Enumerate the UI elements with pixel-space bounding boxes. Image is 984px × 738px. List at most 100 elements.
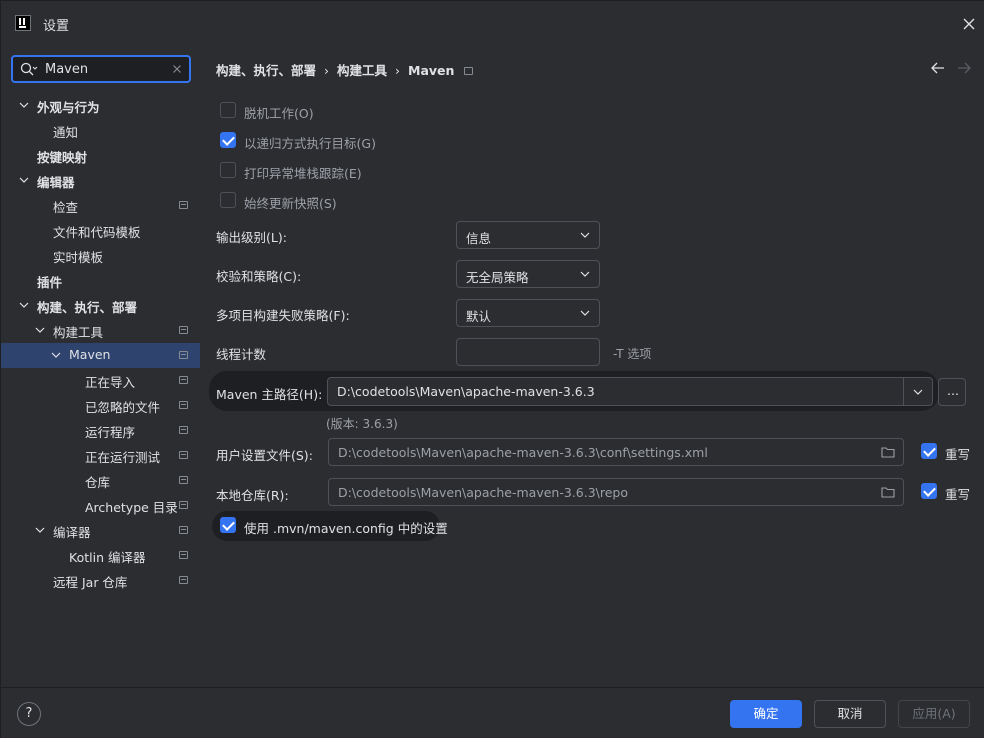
snapshots-label: 始终更新快照(S) bbox=[244, 196, 337, 211]
stacktrace-label: 打印异常堆栈跟踪(E) bbox=[244, 166, 362, 181]
output-level-label: 输出级别(L): bbox=[216, 230, 287, 245]
user-settings-label: 用户设置文件(S): bbox=[216, 448, 313, 463]
search-value: Maven bbox=[45, 62, 89, 77]
window-title: 设置 bbox=[43, 19, 70, 34]
settings-content: 构建、执行、部署 › 构建工具 › Maven 脱机工作(O) 以递归方式执行目标(G)… bbox=[200, 45, 984, 687]
browse-label: ... bbox=[947, 383, 959, 398]
tree-item[interactable]: 通知 bbox=[1, 118, 200, 143]
chevron-down-icon bbox=[580, 310, 590, 316]
threads-hint: -T 选项 bbox=[613, 347, 652, 361]
project-scope-icon bbox=[179, 451, 188, 459]
tree-item[interactable]: 实时模板 bbox=[1, 243, 200, 268]
tree-item[interactable]: Kotlin 编译器 bbox=[1, 543, 200, 568]
tree-item[interactable]: Archetype 目录 bbox=[1, 493, 200, 518]
mvn-config-checkbox[interactable] bbox=[220, 517, 236, 533]
settings-dialog: 设置 Maven 外观与行为 通知 按键映射 编辑器 检查 文件和代码模板 实时模板 插件 构建… bbox=[0, 0, 984, 738]
tree-item[interactable]: Maven bbox=[1, 343, 200, 368]
threads-input[interactable] bbox=[456, 338, 600, 366]
tree-item[interactable]: 远程 Jar 仓库 bbox=[1, 568, 200, 593]
breadcrumb-separator: › bbox=[324, 63, 330, 78]
forward-arrow-icon[interactable] bbox=[957, 62, 971, 74]
search-input[interactable]: Maven bbox=[11, 55, 191, 83]
apply-button[interactable]: 应用(A) bbox=[898, 700, 970, 728]
tree-item-label: Archetype 目录 bbox=[85, 500, 178, 515]
combo-divider bbox=[903, 378, 904, 405]
maven-settings-panel: 脱机工作(O) 以递归方式执行目标(G) 打印异常堆栈跟踪(E) 始终更新快照(… bbox=[200, 89, 984, 687]
local-repo-value: D:\codetools\Maven\apache-maven-3.6.3\re… bbox=[338, 485, 629, 500]
tree-item[interactable]: 插件 bbox=[1, 268, 200, 293]
tree-item-label: 正在运行测试 bbox=[85, 450, 161, 465]
help-button[interactable]: ? bbox=[17, 702, 41, 726]
tree-item[interactable]: 正在导入 bbox=[1, 368, 200, 393]
close-button[interactable] bbox=[959, 14, 979, 34]
local-repo-override-label: 重写 bbox=[945, 487, 971, 502]
cancel-button[interactable]: 取消 bbox=[814, 700, 886, 728]
chevron-down-icon[interactable] bbox=[19, 300, 29, 310]
tree-item-label: 通知 bbox=[53, 125, 79, 140]
tree-item-label: 外观与行为 bbox=[37, 100, 100, 115]
tree-item[interactable]: 运行程序 bbox=[1, 418, 200, 443]
multiproject-dropdown[interactable]: 默认 bbox=[456, 299, 600, 327]
tree-item-label: 插件 bbox=[37, 275, 63, 290]
snapshots-checkbox[interactable] bbox=[220, 192, 236, 208]
breadcrumb-item[interactable]: 构建工具 bbox=[337, 60, 387, 79]
chevron-down-icon bbox=[580, 232, 590, 238]
chevron-down-icon[interactable] bbox=[19, 175, 29, 185]
user-settings-override-checkbox[interactable] bbox=[921, 443, 937, 459]
local-repo-input[interactable]: D:\codetools\Maven\apache-maven-3.6.3\re… bbox=[328, 478, 904, 506]
checksum-dropdown[interactable]: 无全局策略 bbox=[456, 260, 600, 288]
user-settings-value: D:\codetools\Maven\apache-maven-3.6.3\co… bbox=[338, 445, 708, 460]
search-icon bbox=[20, 62, 38, 76]
breadcrumb-separator: › bbox=[395, 63, 401, 78]
chevron-down-icon[interactable] bbox=[35, 525, 45, 535]
tree-item[interactable]: 编辑器 bbox=[1, 168, 200, 193]
project-scope-icon bbox=[464, 67, 474, 75]
tree-item[interactable]: 外观与行为 bbox=[1, 93, 200, 118]
folder-icon[interactable] bbox=[881, 446, 895, 458]
tree-item[interactable]: 已忽略的文件 bbox=[1, 393, 200, 418]
local-repo-override-checkbox[interactable] bbox=[921, 483, 937, 499]
browse-maven-home-button[interactable]: ... bbox=[938, 378, 966, 406]
tree-item-label: 构建工具 bbox=[53, 325, 104, 340]
back-arrow-icon[interactable] bbox=[931, 62, 945, 74]
output-level-dropdown[interactable]: 信息 bbox=[456, 221, 600, 249]
stacktrace-checkbox[interactable] bbox=[220, 162, 236, 178]
tree-item[interactable]: 文件和代码模板 bbox=[1, 218, 200, 243]
folder-icon[interactable] bbox=[881, 486, 895, 498]
maven-home-combobox[interactable]: D:\codetools\Maven\apache-maven-3.6.3 bbox=[327, 377, 933, 406]
local-repo-label: 本地仓库(R): bbox=[216, 488, 289, 503]
tree-item[interactable]: 正在运行测试 bbox=[1, 443, 200, 468]
tree-item-label: 实时模板 bbox=[53, 250, 104, 265]
project-scope-icon bbox=[179, 501, 188, 509]
tree-item[interactable]: 按键映射 bbox=[1, 143, 200, 168]
ok-button[interactable]: 确定 bbox=[730, 700, 802, 728]
breadcrumb-item[interactable]: 构建、执行、部署 bbox=[216, 60, 316, 79]
tree-item-label: 文件和代码模板 bbox=[53, 225, 141, 240]
tree-item-label: 已忽略的文件 bbox=[85, 400, 161, 415]
checksum-value: 无全局策略 bbox=[466, 270, 529, 285]
recursive-checkbox[interactable] bbox=[220, 132, 236, 148]
tree-item[interactable]: 构建、执行、部署 bbox=[1, 293, 200, 318]
tree-item-label: 编译器 bbox=[53, 525, 91, 540]
user-settings-input[interactable]: D:\codetools\Maven\apache-maven-3.6.3\co… bbox=[328, 438, 904, 466]
tree-item-label: 运行程序 bbox=[85, 425, 136, 440]
chevron-down-icon[interactable] bbox=[35, 325, 45, 335]
multiproject-value: 默认 bbox=[466, 309, 492, 324]
clear-search-icon[interactable] bbox=[171, 63, 183, 75]
settings-sidebar: Maven 外观与行为通知按键映射编辑器检查文件和代码模板 实时模板插件构建、执行… bbox=[1, 45, 200, 687]
offline-label: 脱机工作(O) bbox=[244, 106, 314, 121]
tree-item[interactable]: 构建工具 bbox=[1, 318, 200, 343]
recursive-label: 以递归方式执行目标(G) bbox=[244, 136, 376, 151]
project-scope-icon bbox=[179, 326, 188, 334]
tree-item[interactable]: 检查 bbox=[1, 193, 200, 218]
tree-item[interactable]: 编译器 bbox=[1, 518, 200, 543]
maven-version: (版本: 3.6.3) bbox=[326, 417, 398, 431]
chevron-down-icon[interactable] bbox=[51, 350, 61, 360]
breadcrumb-current: Maven bbox=[408, 63, 455, 78]
tree-item-label: 构建、执行、部署 bbox=[37, 300, 138, 315]
chevron-down-icon[interactable] bbox=[19, 100, 29, 110]
offline-checkbox[interactable] bbox=[220, 102, 236, 118]
tree-item-label: 编辑器 bbox=[37, 175, 75, 190]
chevron-down-icon[interactable] bbox=[913, 389, 923, 395]
tree-item[interactable]: 仓库 bbox=[1, 468, 200, 493]
